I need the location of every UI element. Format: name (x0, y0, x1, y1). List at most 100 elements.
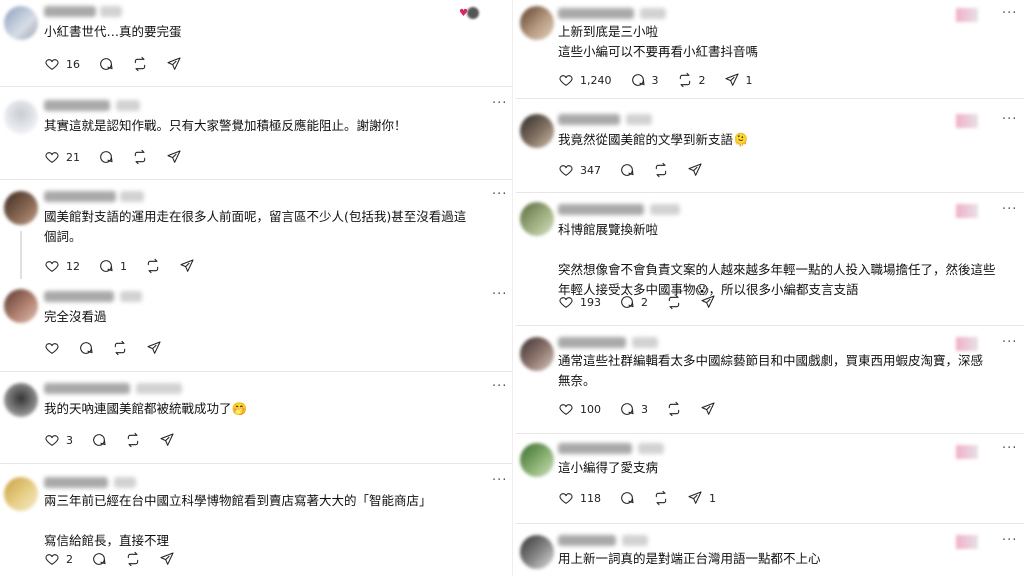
share-button[interactable]: 1 (724, 72, 753, 88)
repost-button[interactable] (132, 149, 148, 165)
avatar[interactable] (4, 477, 38, 511)
comment-text: 完全沒看過 (44, 309, 107, 324)
timestamp-blurred (120, 291, 142, 302)
more-options-button[interactable]: ··· (1002, 335, 1017, 350)
repost-button[interactable] (125, 551, 141, 567)
more-options-button[interactable]: ··· (1002, 533, 1017, 548)
like-button[interactable]: 12 (44, 258, 80, 274)
comment-item: ··· 用上新一詞真的是對端正台灣用語一點都不上心 (516, 523, 1024, 576)
username-blurred[interactable] (44, 100, 110, 111)
like-button[interactable]: 118 (558, 490, 601, 506)
comment-text: 小紅書世代…真的要完蛋 (44, 24, 182, 39)
username-blurred[interactable] (558, 8, 634, 19)
avatar[interactable] (520, 337, 554, 371)
comment-text: 兩三年前已經在台中國立科學博物館看到賣店寫著大大的「智能商店」 寫信給館長，直接… (44, 493, 432, 548)
share-button[interactable] (166, 149, 182, 165)
username-blurred[interactable] (558, 337, 626, 348)
action-bar: 347 (558, 161, 721, 179)
like-button[interactable]: 21 (44, 149, 80, 165)
more-options-button[interactable]: ··· (1002, 6, 1017, 21)
more-options-button[interactable]: ··· (492, 473, 507, 488)
like-button[interactable]: 193 (558, 294, 601, 310)
heart-icon (45, 435, 59, 446)
timestamp-blurred (638, 443, 664, 454)
more-options-button[interactable]: ··· (492, 96, 507, 111)
comment-text: 上新到底是三小啦 這些小編可以不要再看小紅書抖音嗎 (558, 24, 759, 59)
more-options-button[interactable]: ··· (492, 287, 507, 302)
avatar[interactable] (4, 383, 38, 417)
share-button[interactable] (700, 401, 716, 417)
share-button[interactable] (179, 258, 195, 274)
reply-button[interactable]: 2 (619, 294, 648, 310)
avatar[interactable] (520, 114, 554, 148)
avatar[interactable] (4, 289, 38, 323)
like-button[interactable]: 100 (558, 401, 601, 417)
username-blurred[interactable] (44, 383, 130, 394)
like-button[interactable] (44, 340, 60, 356)
more-options-button[interactable]: ··· (1002, 112, 1017, 127)
share-button[interactable] (159, 551, 175, 567)
username-blurred[interactable] (44, 6, 96, 17)
avatar[interactable] (4, 6, 38, 40)
more-options-button[interactable]: ··· (492, 187, 507, 202)
reply-button[interactable] (91, 551, 107, 567)
avatar[interactable] (520, 443, 554, 477)
avatar[interactable] (520, 202, 554, 236)
avatar[interactable] (4, 100, 38, 134)
like-button[interactable]: 1,240 (558, 72, 612, 88)
comment-item: ··· 這小編得了愛支病 118 1 (516, 433, 1024, 524)
repost-button[interactable] (666, 401, 682, 417)
username-blurred[interactable] (44, 291, 114, 302)
reply-button[interactable]: 1 (98, 258, 127, 274)
more-options-button[interactable]: ··· (1002, 441, 1017, 456)
reply-button[interactable] (98, 56, 114, 72)
like-count: 12 (66, 259, 80, 273)
comment-icon (621, 164, 634, 176)
username-blurred[interactable] (558, 535, 616, 546)
reply-button[interactable] (619, 490, 635, 506)
like-button[interactable]: 347 (558, 162, 601, 178)
username-blurred[interactable] (558, 204, 644, 215)
comment-icon (100, 260, 113, 272)
creator-badge-blurred (956, 445, 978, 459)
repost-button[interactable] (125, 432, 141, 448)
username-blurred[interactable] (44, 191, 116, 202)
username-blurred[interactable] (558, 114, 620, 125)
avatar[interactable] (4, 191, 38, 225)
repost-button[interactable] (145, 258, 161, 274)
avatar[interactable] (520, 535, 554, 569)
repost-button[interactable] (653, 162, 669, 178)
comment-icon (100, 58, 113, 70)
comments-column-left: ♥ 小紅書世代…真的要完蛋 16 ··· 其實這就是認知作戰。只有大家警覺加積極… (0, 0, 512, 576)
like-button[interactable]: 3 (44, 432, 73, 448)
comment-icon (631, 74, 645, 86)
reply-button[interactable] (98, 149, 114, 165)
reply-button[interactable] (619, 162, 635, 178)
repost-button[interactable]: 2 (677, 72, 706, 88)
reply-button[interactable]: 3 (619, 401, 648, 417)
share-button[interactable] (166, 56, 182, 72)
heart-icon (559, 165, 573, 176)
avatar[interactable] (520, 6, 554, 40)
repost-button[interactable] (112, 340, 128, 356)
share-button[interactable] (687, 162, 703, 178)
like-button[interactable]: 2 (44, 551, 73, 567)
share-button[interactable] (159, 432, 175, 448)
like-button[interactable]: 16 (44, 56, 80, 72)
share-button[interactable] (146, 340, 162, 356)
repost-button[interactable] (132, 56, 148, 72)
reply-button[interactable]: 3 (630, 72, 659, 88)
reply-button[interactable] (91, 432, 107, 448)
more-options-button[interactable]: ··· (1002, 202, 1017, 217)
share-button[interactable]: 1 (687, 490, 716, 506)
repost-button[interactable] (653, 490, 669, 506)
more-options-button[interactable]: ··· (492, 379, 507, 394)
heart-icon (45, 261, 59, 272)
action-bar: 12 1 (44, 257, 213, 275)
repost-button[interactable] (666, 294, 682, 310)
share-button[interactable] (700, 294, 716, 310)
reply-button[interactable] (78, 340, 94, 356)
username-blurred[interactable] (44, 477, 108, 488)
username-blurred[interactable] (558, 443, 632, 454)
repost-icon (127, 432, 139, 448)
